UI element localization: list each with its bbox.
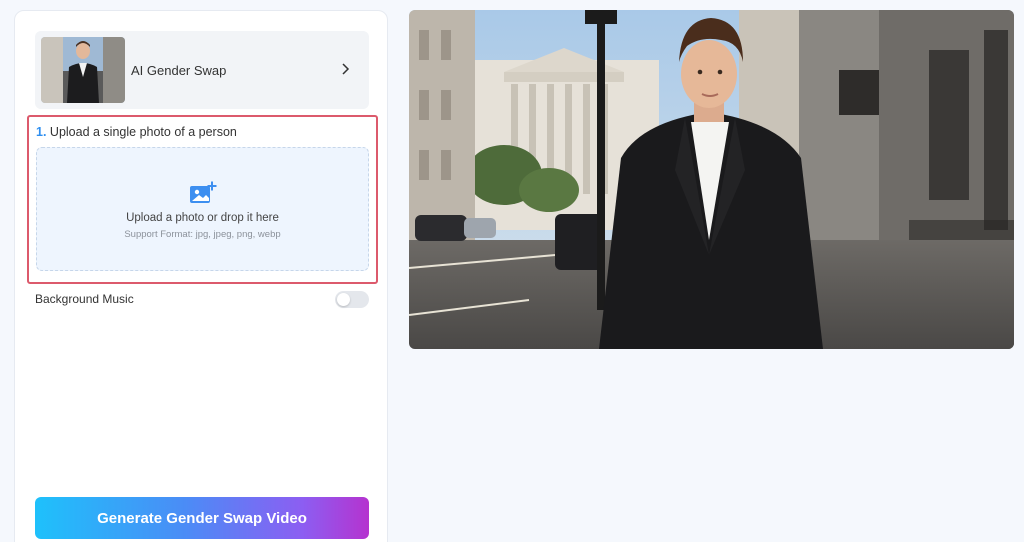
step-number: 1. (36, 125, 47, 139)
upload-step-title: 1. Upload a single photo of a person (36, 125, 237, 139)
template-thumbnail (41, 37, 125, 103)
upload-instruction: Upload a photo or drop it here (126, 212, 279, 224)
background-music-label: Background Music (35, 292, 134, 306)
chevron-right-icon (342, 63, 350, 75)
generate-button[interactable]: Generate Gender Swap Video (35, 497, 369, 539)
background-music-toggle[interactable] (335, 291, 369, 308)
preview-image (409, 10, 1014, 349)
toggle-knob (337, 293, 350, 306)
photo-dropzone[interactable]: Upload a photo or drop it here Support F… (36, 147, 369, 271)
template-selector[interactable]: AI Gender Swap (35, 31, 369, 109)
image-plus-icon (190, 181, 217, 203)
step-title-text: Upload a single photo of a person (49, 125, 237, 139)
upload-section: 1. Upload a single photo of a person Upl… (27, 115, 378, 284)
supported-formats: Support Format: jpg, jpeg, png, webp (124, 229, 281, 240)
settings-panel: AI Gender Swap 1. Upload a single photo … (14, 10, 388, 542)
template-name: AI Gender Swap (131, 63, 227, 78)
